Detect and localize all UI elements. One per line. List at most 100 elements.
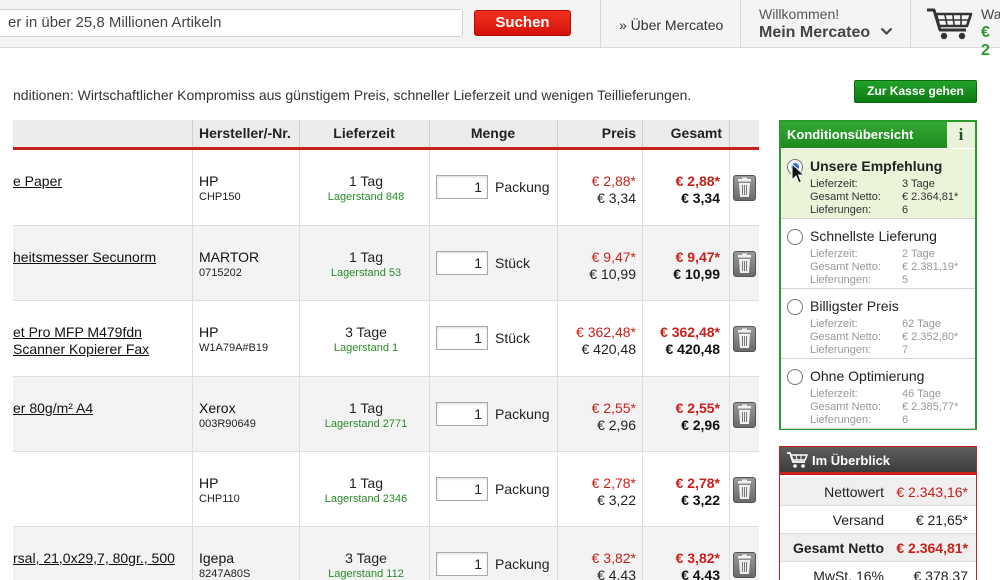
trash-icon — [738, 328, 751, 348]
cart-label[interactable]: Wa — [981, 6, 1000, 22]
unit-price-net: € 2,78* — [591, 475, 636, 491]
delete-item-button[interactable] — [733, 326, 756, 352]
unit-price-net: € 2,88* — [591, 173, 636, 189]
column-divider — [729, 527, 730, 580]
overview-panel: Im Überblick Nettowert € 2.343,16* Versand… — [779, 446, 977, 580]
welcome-text: Willkommen! — [759, 6, 840, 22]
table-row: HP CHP110 1 Tag Lagerstand 2346 1 Packung € 2,… — [13, 452, 759, 527]
delete-item-button[interactable] — [733, 251, 756, 277]
column-divider — [192, 452, 193, 526]
unit-price-gross: € 3,22 — [597, 492, 636, 508]
condition-radio[interactable] — [787, 369, 803, 385]
product-name-link[interactable]: heitsmesser Secunorm — [13, 249, 156, 266]
info-icon[interactable]: i — [947, 122, 975, 148]
delivery-label: Lieferzeit: — [810, 388, 858, 400]
quantity-input[interactable]: 1 — [436, 552, 488, 576]
overview-label: Gesamt Netto — [792, 540, 884, 556]
overview-value: € 21,65* — [915, 512, 968, 528]
column-divider — [299, 301, 300, 376]
condition-radio[interactable] — [787, 299, 803, 315]
condition-radio[interactable] — [787, 229, 803, 245]
my-mercateo-menu[interactable]: Mein Mercateo — [759, 24, 870, 42]
delete-item-button[interactable] — [733, 477, 756, 503]
trash-icon — [738, 253, 751, 273]
search-input[interactable]: er in über 25,8 Millionen Artikeln — [0, 9, 463, 37]
column-divider — [299, 150, 300, 225]
table-row: rsal, 21,0x29,7, 80gr., 500 Igepa 8247A80S… — [13, 527, 759, 580]
header-divider — [600, 0, 601, 48]
header-total: Gesamt — [670, 125, 722, 141]
product-name-link[interactable]: e Paper — [13, 173, 62, 190]
delivery-value: 2 Tage — [902, 248, 935, 260]
unit-price-gross: € 10,99 — [589, 266, 636, 282]
shipments-value: 6 — [902, 204, 909, 216]
manufacturer: MARTOR — [199, 249, 260, 265]
delivery-time: 3 Tage — [345, 324, 387, 340]
column-divider — [729, 452, 730, 526]
unit-price-net: € 3,82* — [591, 550, 636, 566]
table-row: et Pro MFP M479fdn Scanner Kopierer Fax HP… — [13, 301, 759, 377]
overview-row: Gesamt Netto € 2.364,81* — [780, 534, 976, 562]
overview-row: Versand € 21,65* — [780, 506, 976, 534]
delivery-time: 1 Tag — [349, 249, 383, 265]
quantity-input[interactable]: 1 — [436, 251, 488, 275]
overview-value: € 378,37 — [913, 568, 969, 580]
trash-icon — [738, 554, 751, 574]
shopping-cart-icon[interactable] — [925, 5, 975, 43]
manufacturer: Xerox — [199, 400, 236, 416]
condition-option[interactable]: Billigster Preis Lieferzeit: 62 Tage Gesamt… — [781, 289, 975, 359]
delivery-value: 46 Tage — [902, 388, 941, 400]
about-mercateo-link[interactable]: » Über Mercateo — [619, 17, 723, 33]
search-button[interactable]: Suchen — [474, 10, 571, 36]
table-row: er 80g/m² A4 Xerox 003R90649 1 Tag Lagerstan… — [13, 377, 759, 452]
chevron-down-icon[interactable] — [880, 27, 893, 36]
delete-item-button[interactable] — [733, 552, 756, 578]
product-name-link[interactable]: Scanner Kopierer Fax — [13, 341, 149, 358]
header-quantity: Menge — [470, 125, 516, 141]
checkout-button[interactable]: Zur Kasse gehen — [854, 80, 977, 103]
column-divider — [729, 377, 730, 451]
delivery-time: 1 Tag — [349, 400, 383, 416]
shipments-label: Lieferungen: — [810, 414, 872, 426]
header-divider — [910, 0, 911, 48]
unit-price-net: € 2,55* — [591, 400, 636, 416]
overview-row: Nettowert € 2.343,16* — [780, 478, 976, 506]
cart-amount[interactable]: € 2 — [981, 24, 1000, 60]
condition-option[interactable]: Schnellste Lieferung Lieferzeit: 2 Tage Ges… — [781, 219, 975, 289]
manufacturer: Igepa — [199, 550, 235, 566]
quantity-input[interactable]: 1 — [436, 477, 488, 501]
product-name-link[interactable]: er 80g/m² A4 — [13, 400, 93, 417]
product-name-link[interactable]: et Pro MFP M479fdn — [13, 324, 142, 341]
quantity-input[interactable]: 1 — [436, 402, 488, 426]
total-price-gross: € 420,48 — [665, 341, 721, 357]
delivery-value: 62 Tage — [902, 318, 941, 330]
delivery-time: 1 Tag — [349, 475, 383, 491]
article-number: W1A79A#B19 — [199, 342, 269, 354]
mouse-cursor-icon — [791, 163, 805, 184]
shipments-label: Lieferungen: — [810, 344, 872, 356]
total-price-gross: € 10,99 — [673, 266, 720, 282]
total-price-gross: € 3,34 — [681, 190, 720, 206]
condition-option[interactable]: Ohne Optimierung Lieferzeit: 46 Tage Gesamt… — [781, 359, 975, 429]
delete-item-button[interactable] — [733, 175, 756, 201]
product-name-link[interactable]: rsal, 21,0x29,7, 80gr., 500 — [13, 550, 175, 567]
trash-icon — [738, 177, 751, 197]
article-number: 003R90649 — [199, 418, 256, 430]
shipments-label: Lieferungen: — [810, 274, 872, 286]
quantity-input[interactable]: 1 — [436, 326, 488, 350]
quantity-input[interactable]: 1 — [436, 175, 488, 199]
condition-option[interactable]: Unsere Empfehlung Lieferzeit: 3 Tage Gesamt… — [781, 149, 975, 219]
overview-label: Nettowert — [824, 484, 884, 500]
quantity-unit: Stück — [495, 255, 531, 271]
stock-level: Lagerstand 2346 — [324, 493, 408, 505]
overview-value: € 2.343,16* — [896, 484, 968, 500]
top-header: er in über 25,8 Millionen Artikeln Suche… — [0, 0, 1000, 59]
column-divider — [299, 527, 300, 580]
stock-level: Lagerstand 1 — [333, 342, 399, 354]
conditions-info-text: nditionen: Wirtschaftlicher Kompromiss a… — [13, 87, 692, 103]
delete-item-button[interactable] — [733, 402, 756, 428]
quantity-unit: Packung — [495, 179, 550, 195]
shipments-value: 5 — [902, 274, 909, 286]
stock-level: Lagerstand 848 — [327, 191, 405, 203]
overview-panel-title: Im Überblick — [780, 447, 976, 475]
